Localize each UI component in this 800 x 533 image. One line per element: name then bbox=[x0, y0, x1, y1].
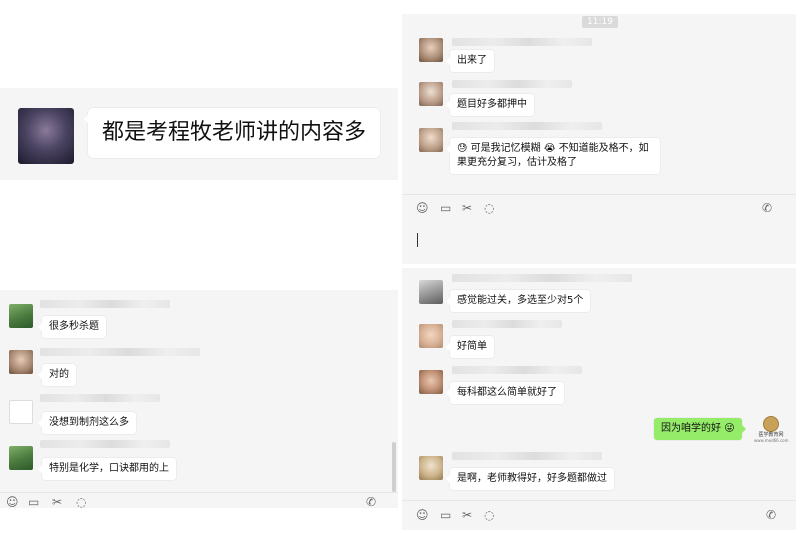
message-bubble[interactable]: 题目好多都押中 bbox=[446, 94, 534, 116]
message-bubble[interactable]: 很多秒杀题 bbox=[38, 316, 106, 338]
message-text: 很多秒杀题 bbox=[49, 321, 99, 332]
sender-name bbox=[452, 122, 602, 130]
message-bubble[interactable]: 感觉能过关，多选至少对5个 bbox=[445, 290, 591, 312]
sender-name bbox=[40, 348, 200, 356]
message-bubble[interactable]: 都是考程牧老师讲的内容多 bbox=[83, 108, 381, 158]
message-bubble[interactable]: 没想到制剂这么多 bbox=[38, 412, 136, 434]
scissors-icon[interactable]: ✂ bbox=[52, 495, 62, 508]
top-left-chat-panel: 都是考程牧老师讲的内容多 bbox=[0, 88, 398, 180]
folder-icon[interactable]: ▭ bbox=[440, 201, 451, 215]
message-text: 好简单 bbox=[457, 341, 487, 352]
message-text: 特别是化学，口诀都用的上 bbox=[49, 463, 169, 474]
message-text: 没想到制剂这么多 bbox=[49, 417, 129, 428]
message-text: 对的 bbox=[49, 369, 69, 380]
avatar[interactable] bbox=[419, 82, 443, 106]
message-bubble-self[interactable]: 因为咱学的好 😜 bbox=[654, 418, 746, 440]
scissors-icon[interactable]: ✂ bbox=[462, 508, 472, 522]
sender-name bbox=[452, 320, 562, 328]
input-toolbar: ☺ ▭ ✂ ◌ ✆ bbox=[0, 492, 398, 508]
input-area[interactable]: ☺ ▭ ✂ ◌ ✆ bbox=[402, 194, 796, 264]
brand-logo: 医学教育网 www.med66.com bbox=[754, 416, 789, 444]
chat-icon[interactable]: ◌ bbox=[484, 508, 494, 522]
message-bubble[interactable]: 出来了 bbox=[446, 50, 494, 72]
folder-icon[interactable]: ▭ bbox=[440, 508, 451, 522]
logo-subtext: www.med66.com bbox=[754, 438, 789, 443]
phone-icon[interactable]: ✆ bbox=[366, 495, 376, 508]
message-text: 不知道能及格不，如 bbox=[558, 143, 649, 154]
message-text: 感觉能过关，多选至少对5个 bbox=[457, 295, 584, 306]
scissors-icon[interactable]: ✂ bbox=[462, 201, 472, 215]
face-emoji-icon: 😜 bbox=[724, 423, 735, 434]
message-text: 因为咱学的好 bbox=[661, 423, 721, 434]
message-bubble[interactable]: 每科都这么简单就好了 bbox=[446, 382, 564, 404]
avatar[interactable] bbox=[419, 370, 443, 394]
crying-emoji-icon: 😭 bbox=[543, 143, 556, 154]
chat-icon[interactable]: ◌ bbox=[76, 495, 86, 508]
message-text: 果更充分复习，估计及格了 bbox=[457, 157, 577, 168]
folder-icon[interactable]: ▭ bbox=[28, 495, 39, 508]
input-toolbar: ☺ ▭ ✂ ◌ ✆ bbox=[402, 500, 796, 530]
avatar[interactable] bbox=[419, 38, 443, 62]
text-cursor bbox=[417, 233, 418, 247]
sender-name bbox=[40, 440, 170, 448]
message-text: 可是我记忆模糊 bbox=[470, 143, 541, 154]
sender-name bbox=[452, 274, 632, 282]
scrollbar[interactable] bbox=[392, 442, 396, 492]
message-text: 题目好多都押中 bbox=[457, 99, 527, 110]
phone-icon[interactable]: ✆ bbox=[762, 201, 772, 215]
timestamp: 11:19 bbox=[582, 16, 618, 28]
avatar[interactable] bbox=[419, 128, 443, 152]
avatar[interactable] bbox=[419, 324, 443, 348]
avatar[interactable] bbox=[9, 446, 33, 470]
message-bubble[interactable]: 好简单 bbox=[446, 336, 494, 358]
emoji-icon[interactable]: ☺ bbox=[416, 201, 429, 215]
message-bubble[interactable]: 对的 bbox=[38, 364, 76, 386]
avatar[interactable] bbox=[9, 304, 33, 328]
message-text: 每科都这么简单就好了 bbox=[457, 387, 557, 398]
emoji-icon[interactable]: ☺ bbox=[6, 495, 19, 508]
avatar[interactable] bbox=[9, 400, 33, 424]
message-text: 都是考程牧老师讲的内容多 bbox=[102, 120, 367, 145]
sender-name bbox=[452, 366, 582, 374]
message-text: 是啊，老师教得好，好多题都做过 bbox=[457, 473, 607, 484]
bottom-right-chat-panel: 感觉能过关，多选至少对5个 好简单 每科都这么简单就好了 因为咱学的好 😜 医学… bbox=[402, 268, 796, 530]
face-emoji-icon: 😓 bbox=[457, 143, 468, 154]
top-right-chat-panel: 11:19 出来了 题目好多都押中 😓 可是我记忆模糊 😭 不知道能及格不，如 … bbox=[402, 14, 796, 264]
avatar[interactable] bbox=[18, 108, 74, 164]
emoji-icon[interactable]: ☺ bbox=[416, 508, 429, 522]
avatar[interactable] bbox=[9, 350, 33, 374]
chat-icon[interactable]: ◌ bbox=[484, 201, 494, 215]
sender-name bbox=[452, 38, 592, 46]
sender-name bbox=[40, 394, 160, 402]
sender-name bbox=[452, 80, 572, 88]
message-bubble[interactable]: 特别是化学，口诀都用的上 bbox=[38, 458, 176, 480]
sender-name bbox=[40, 300, 170, 308]
message-bubble[interactable]: 😓 可是我记忆模糊 😭 不知道能及格不，如 果更充分复习，估计及格了 bbox=[446, 138, 660, 174]
sender-name bbox=[452, 452, 602, 460]
logo-emblem-icon bbox=[763, 416, 779, 432]
avatar[interactable] bbox=[419, 456, 443, 480]
message-bubble[interactable]: 是啊，老师教得好，好多题都做过 bbox=[446, 468, 614, 490]
avatar[interactable] bbox=[419, 280, 443, 304]
message-text: 出来了 bbox=[457, 55, 487, 66]
bottom-left-chat-panel: 很多秒杀题 对的 没想到制剂这么多 特别是化学，口诀都用的上 ☺ ▭ ✂ ◌ ✆ bbox=[0, 290, 398, 508]
phone-icon[interactable]: ✆ bbox=[766, 508, 776, 522]
